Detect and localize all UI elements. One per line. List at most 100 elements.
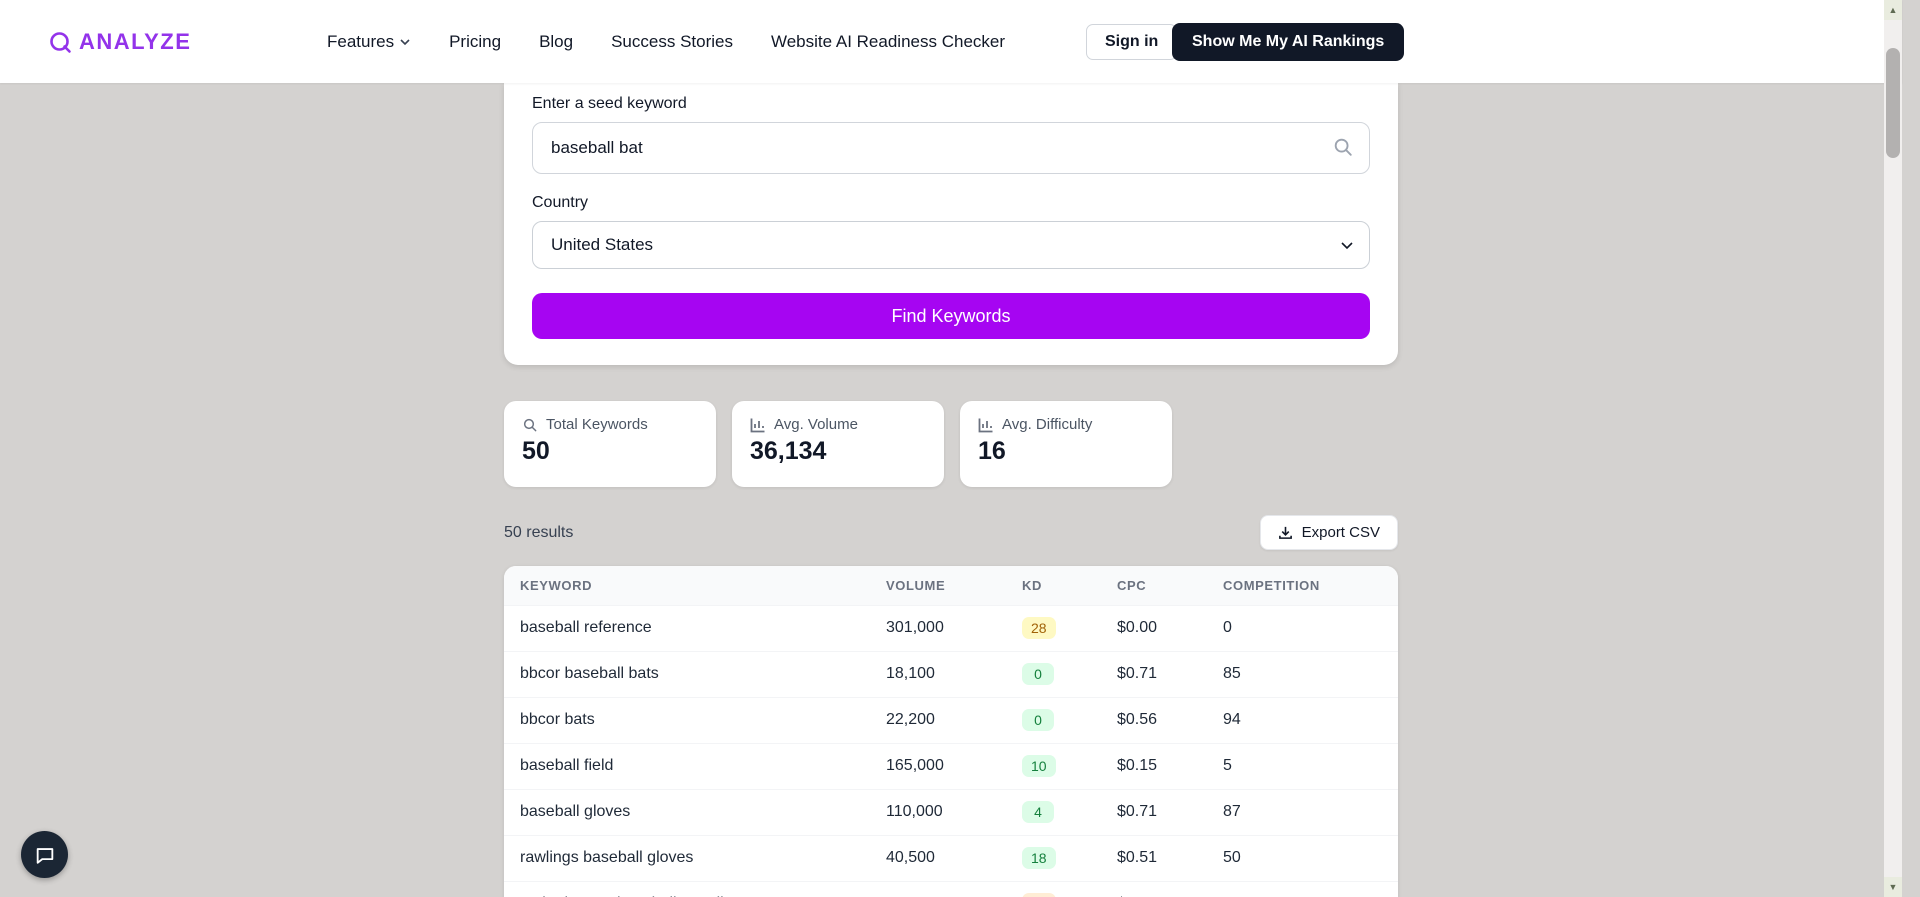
nav-item-label: Website AI Readiness Checker: [770, 31, 1006, 51]
brand-q-icon: [48, 30, 72, 54]
cpc-cell: $0.00: [1117, 619, 1158, 636]
kd-cell: 18: [1022, 835, 1117, 881]
kd-cell: 0: [1022, 697, 1117, 743]
nav-links: Features Pricing Blog Success Stories We…: [327, 0, 1005, 83]
country-label: Country: [532, 194, 589, 211]
cpc-cell: $0.71: [1117, 665, 1158, 682]
volume-cell: 22,200: [886, 711, 935, 728]
cpc-cell: $0.71: [1117, 803, 1158, 820]
stat-value: 16: [978, 437, 1006, 465]
stat-value: 36,134: [750, 437, 827, 465]
stat-card-total-keywords: Total Keywords 50: [504, 401, 716, 487]
kd-cell: 4: [1022, 789, 1117, 835]
chat-launcher-button[interactable]: [21, 831, 68, 878]
keyword-cell: rawlings baseball gloves: [520, 849, 694, 866]
header-kd: KD: [1022, 577, 1042, 593]
keyword-cell: bbcor baseball bats: [520, 665, 659, 682]
results-bar: 50 results Export CSV: [504, 515, 1398, 550]
brand-logo[interactable]: ANALYZE: [48, 0, 191, 83]
nav-item-ai-readiness-checker[interactable]: Website AI Readiness Checker: [771, 32, 1005, 52]
download-icon: [1278, 525, 1293, 540]
competition-cell: 94: [1223, 711, 1241, 728]
kd-badge: 10: [1022, 755, 1056, 777]
bar-chart-icon: [750, 417, 766, 433]
kd-badge: 0: [1022, 709, 1054, 731]
volume-cell: 18,100: [886, 665, 935, 682]
country-select[interactable]: United States: [532, 221, 1370, 269]
chevron-down-icon: [1339, 237, 1355, 253]
table-row: major league baseball standings 135,000 …: [504, 881, 1398, 897]
nav-item-blog[interactable]: Blog: [539, 32, 573, 52]
bar-chart-icon: [978, 417, 994, 433]
search-icon: [1332, 136, 1354, 158]
scrollbar-thumb[interactable]: [1886, 48, 1900, 158]
nav-item-success-stories[interactable]: Success Stories: [611, 32, 733, 52]
kd-badge: 62: [1022, 893, 1056, 897]
competition-cell: 50: [1223, 849, 1241, 866]
competition-cell: 87: [1223, 803, 1241, 820]
kd-cell: 28: [1022, 605, 1117, 651]
stat-label: Total Keywords: [546, 416, 648, 433]
nav-item-label: Success Stories: [611, 31, 733, 51]
kd-badge: 4: [1022, 801, 1054, 823]
cpc-cell: $0.15: [1117, 757, 1158, 774]
header-volume: VOLUME: [886, 577, 946, 593]
table-row: bbcor bats 22,200 0 $0.56 94: [504, 697, 1398, 743]
competition-cell: 5: [1223, 757, 1232, 774]
competition-cell: 0: [1223, 619, 1232, 636]
stat-card-avg-difficulty: Avg. Difficulty 16: [960, 401, 1172, 487]
chat-bubble-icon: [34, 844, 56, 866]
search-icon: [522, 417, 538, 433]
kd-cell: 10: [1022, 743, 1117, 789]
content-column: Enter a seed keyword Country United Stat…: [504, 83, 1398, 897]
keyword-cell: bbcor bats: [520, 711, 595, 728]
stats-row: Total Keywords 50 Avg. Volume 36,134 Avg…: [504, 401, 1398, 487]
volume-cell: 301,000: [886, 619, 944, 636]
main-content: Enter a seed keyword Country United Stat…: [0, 83, 1902, 897]
cpc-cell: $0.44: [1117, 881, 1223, 897]
keyword-cell: baseball reference: [520, 619, 652, 636]
table-row: rawlings baseball gloves 40,500 18 $0.51…: [504, 835, 1398, 881]
scrollbar-up-arrow[interactable]: ▲: [1884, 0, 1902, 20]
sign-in-button[interactable]: Sign in: [1086, 24, 1178, 60]
nav-item-pricing[interactable]: Pricing: [449, 32, 501, 52]
kd-badge: 18: [1022, 847, 1056, 869]
stat-card-avg-volume: Avg. Volume 36,134: [732, 401, 944, 487]
volume-cell: 110,000: [886, 803, 943, 820]
export-csv-button[interactable]: Export CSV: [1259, 515, 1398, 550]
volume-cell: 135,000: [886, 881, 1022, 897]
volume-cell: 165,000: [886, 757, 944, 774]
scrollbar-down-arrow[interactable]: ▼: [1884, 877, 1902, 897]
page: ANALYZE Features Pricing Blog Success St…: [0, 0, 1902, 897]
nav-item-label: Features: [327, 31, 395, 51]
export-csv-label: Export CSV: [1301, 524, 1380, 541]
competition-cell: 85: [1223, 665, 1241, 682]
volume-cell: 40,500: [886, 849, 935, 866]
stat-label: Avg. Difficulty: [1002, 416, 1093, 433]
kd-cell: 0: [1022, 651, 1117, 697]
scrollbar[interactable]: ▲ ▼: [1884, 0, 1902, 897]
competition-cell: 1: [1223, 881, 1398, 897]
header-keyword: KEYWORD: [520, 577, 593, 593]
keyword-search-card: Enter a seed keyword Country United Stat…: [504, 83, 1398, 365]
table-row: baseball reference 301,000 28 $0.00 0: [504, 605, 1398, 651]
find-keywords-button[interactable]: Find Keywords: [532, 293, 1370, 339]
seed-keyword-label: Enter a seed keyword: [532, 95, 687, 112]
keywords-table: KEYWORD VOLUME KD CPC COMPETITION baseba…: [504, 566, 1398, 897]
keywords-table-card: KEYWORD VOLUME KD CPC COMPETITION baseba…: [504, 566, 1398, 897]
seed-keyword-input[interactable]: [532, 122, 1370, 174]
country-select-value: United States: [551, 235, 654, 254]
seed-keyword-input-wrap: [532, 122, 1370, 174]
cpc-cell: $0.51: [1117, 849, 1158, 866]
header-competition: COMPETITION: [1223, 577, 1320, 593]
top-navbar: ANALYZE Features Pricing Blog Success St…: [0, 0, 1902, 83]
brand-name: ANALYZE: [79, 28, 192, 54]
nav-item-label: Pricing: [449, 31, 502, 51]
chevron-down-icon: [399, 36, 411, 48]
results-count: 50 results: [504, 523, 574, 541]
ai-rankings-cta-button[interactable]: Show Me My AI Rankings: [1172, 23, 1405, 61]
stat-label: Avg. Volume: [774, 416, 858, 433]
keyword-cell: major league baseball standings: [504, 881, 886, 897]
header-cpc: CPC: [1117, 577, 1147, 593]
nav-item-features[interactable]: Features: [327, 32, 411, 52]
